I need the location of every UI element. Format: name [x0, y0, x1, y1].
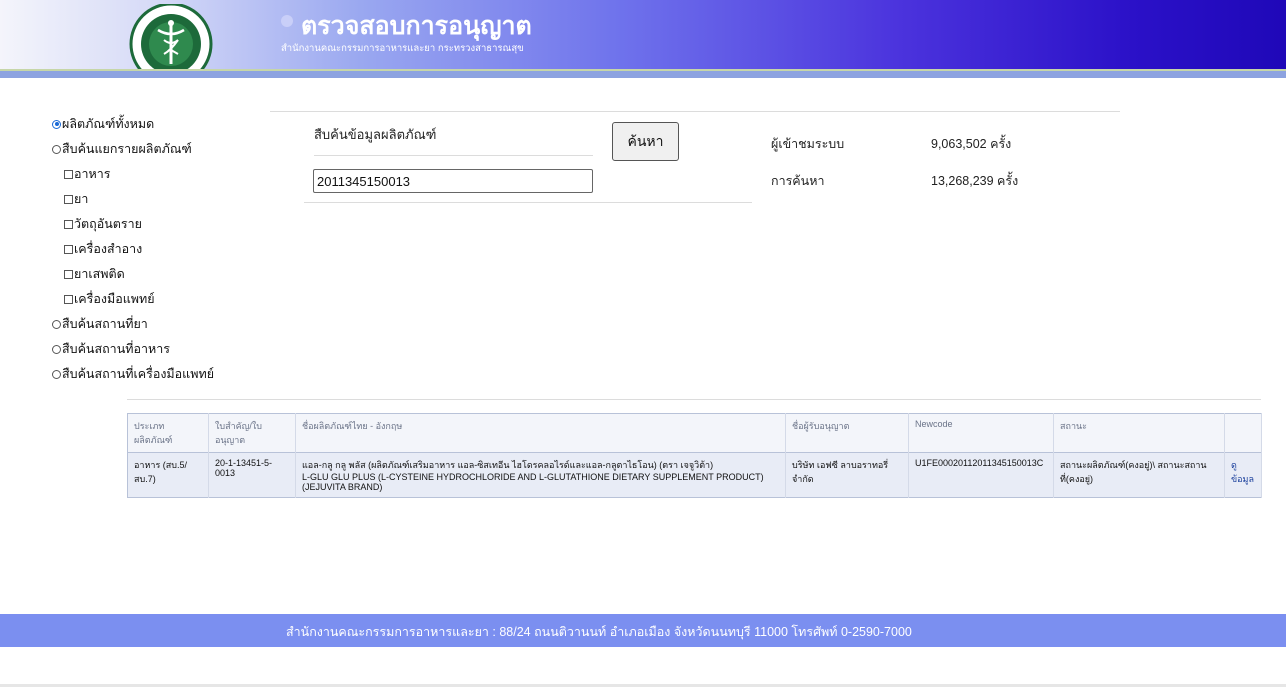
- column-header: สถานะ: [1053, 413, 1225, 453]
- view-details-link[interactable]: ดูข้อมูล: [1224, 452, 1262, 498]
- ministry-seal-icon: [129, 4, 213, 70]
- status-cell: สถานะผลิตภัณฑ์(คงอยู่)\ สถานะสถานที่(คงอ…: [1053, 452, 1225, 498]
- category-label: วัตถุอันตราย: [74, 217, 142, 231]
- licensee-cell: บริษัท เอฟซี ลาบอราทอรี่ จำกัด: [785, 452, 909, 498]
- option-drug-place[interactable]: สืบค้นสถานที่ยา: [52, 314, 148, 334]
- page-subtitle: สำนักงานคณะกรรมการอาหารและยา กระทรวงสาธา…: [281, 43, 524, 54]
- checkbox-icon[interactable]: [64, 194, 73, 204]
- visitors-label: ผู้เข้าชมระบบ: [771, 137, 845, 151]
- category-food[interactable]: อาหาร: [64, 164, 111, 184]
- category-cosmetic[interactable]: เครื่องสำอาง: [64, 239, 142, 259]
- radio-icon[interactable]: [52, 144, 61, 154]
- newcode-cell: U1FE0002011201134515001​3C: [908, 452, 1054, 498]
- page-header: ตรวจสอบการอนุญาต สำนักงานคณะกรรมการอาหาร…: [0, 0, 1286, 70]
- searches-label: การค้นหา: [771, 174, 825, 188]
- option-food-place[interactable]: สืบค้นสถานที่อาหาร: [52, 339, 170, 359]
- option-all-products[interactable]: ผลิตภัณฑ์ทั้งหมด: [52, 114, 154, 134]
- category-drug[interactable]: ยา: [64, 189, 88, 209]
- results-table: ประเภท ผลิตภัณฑ์ ใบสำคัญ/ใบ อนุญาต ชื่อผ…: [127, 413, 1262, 498]
- license-cell: 20-1-13451-5-0013: [208, 452, 296, 498]
- table-header-row: ประเภท ผลิตภัณฑ์ ใบสำคัญ/ใบ อนุญาต ชื่อผ…: [127, 413, 1262, 453]
- radio-icon[interactable]: [52, 119, 61, 129]
- checkbox-icon[interactable]: [64, 269, 73, 279]
- divider: [314, 155, 593, 156]
- footer-address: สำนักงานคณะกรรมการอาหารและยา : 88/24 ถนน…: [286, 625, 912, 639]
- option-label: ผลิตภัณฑ์ทั้งหมด: [62, 117, 155, 131]
- radio-icon[interactable]: [52, 369, 61, 379]
- column-header: ประเภท ผลิตภัณฑ์: [127, 413, 209, 453]
- option-label: สืบค้นสถานที่อาหาร: [62, 342, 170, 356]
- search-input[interactable]: [313, 169, 593, 193]
- column-header: ใบสำคัญ/ใบ อนุญาต: [208, 413, 296, 453]
- search-label: สืบค้นข้อมูลผลิตภัณฑ์: [314, 127, 437, 142]
- divider: [304, 202, 752, 203]
- page-title: ตรวจสอบการอนุญาต: [301, 12, 532, 40]
- option-label: สืบค้นแยกรายผลิตภัณฑ์: [62, 142, 192, 156]
- page-footer: สำนักงานคณะกรรมการอาหารและยา : 88/24 ถนน…: [0, 614, 1286, 647]
- column-header: Newcode: [908, 413, 1054, 453]
- divider: [270, 111, 1120, 112]
- column-header: ชื่อผลิตภัณฑ์ไทย - อังกฤษ: [295, 413, 786, 453]
- product-type-cell: อาหาร (สบ.5/สบ.7): [127, 452, 209, 498]
- radio-icon[interactable]: [52, 319, 61, 329]
- title-bullet-icon: [281, 15, 293, 27]
- option-by-product[interactable]: สืบค้นแยกรายผลิตภัณฑ์: [52, 139, 192, 159]
- category-label: ยาเสพติด: [74, 267, 125, 281]
- option-label: สืบค้นสถานที่เครื่องมือแพทย์: [62, 367, 215, 381]
- category-label: เครื่องมือแพทย์: [74, 292, 155, 306]
- category-narcotic[interactable]: ยาเสพติด: [64, 264, 125, 284]
- product-name-th: แอล-กลู กลู พลัส (ผลิตภัณฑ์เสริมอาหาร แอ…: [302, 460, 714, 470]
- visitors-count: 9,063,502 ครั้ง: [931, 137, 1012, 151]
- header-stripe: [0, 69, 1286, 78]
- table-row: อาหาร (สบ.5/สบ.7) 20-1-13451-5-0013 แอล-…: [127, 452, 1262, 498]
- checkbox-icon[interactable]: [64, 244, 73, 254]
- category-medical-device[interactable]: เครื่องมือแพทย์: [64, 289, 155, 309]
- product-name-cell: แอล-กลู กลู พลัส (ผลิตภัณฑ์เสริมอาหาร แอ…: [295, 452, 786, 498]
- checkbox-icon[interactable]: [64, 219, 73, 229]
- option-label: สืบค้นสถานที่ยา: [62, 317, 148, 331]
- searches-count: 13,268,239 ครั้ง: [931, 174, 1019, 188]
- column-header: [1224, 413, 1262, 453]
- category-label: อาหาร: [74, 167, 111, 181]
- checkbox-icon[interactable]: [64, 169, 73, 179]
- option-device-place[interactable]: สืบค้นสถานที่เครื่องมือแพทย์: [52, 364, 214, 384]
- radio-icon[interactable]: [52, 344, 61, 354]
- column-header: ชื่อผู้รับอนุญาต: [785, 413, 909, 453]
- checkbox-icon[interactable]: [64, 294, 73, 304]
- search-button[interactable]: ค้นหา: [612, 122, 679, 161]
- category-label: เครื่องสำอาง: [74, 242, 143, 256]
- product-name-en: L-GLU GLU PLUS (L-CYSTEINE HYDROCHLORIDE…: [302, 472, 764, 492]
- divider: [127, 399, 1261, 400]
- category-label: ยา: [74, 192, 89, 206]
- category-hazardous[interactable]: วัตถุอันตราย: [64, 214, 142, 234]
